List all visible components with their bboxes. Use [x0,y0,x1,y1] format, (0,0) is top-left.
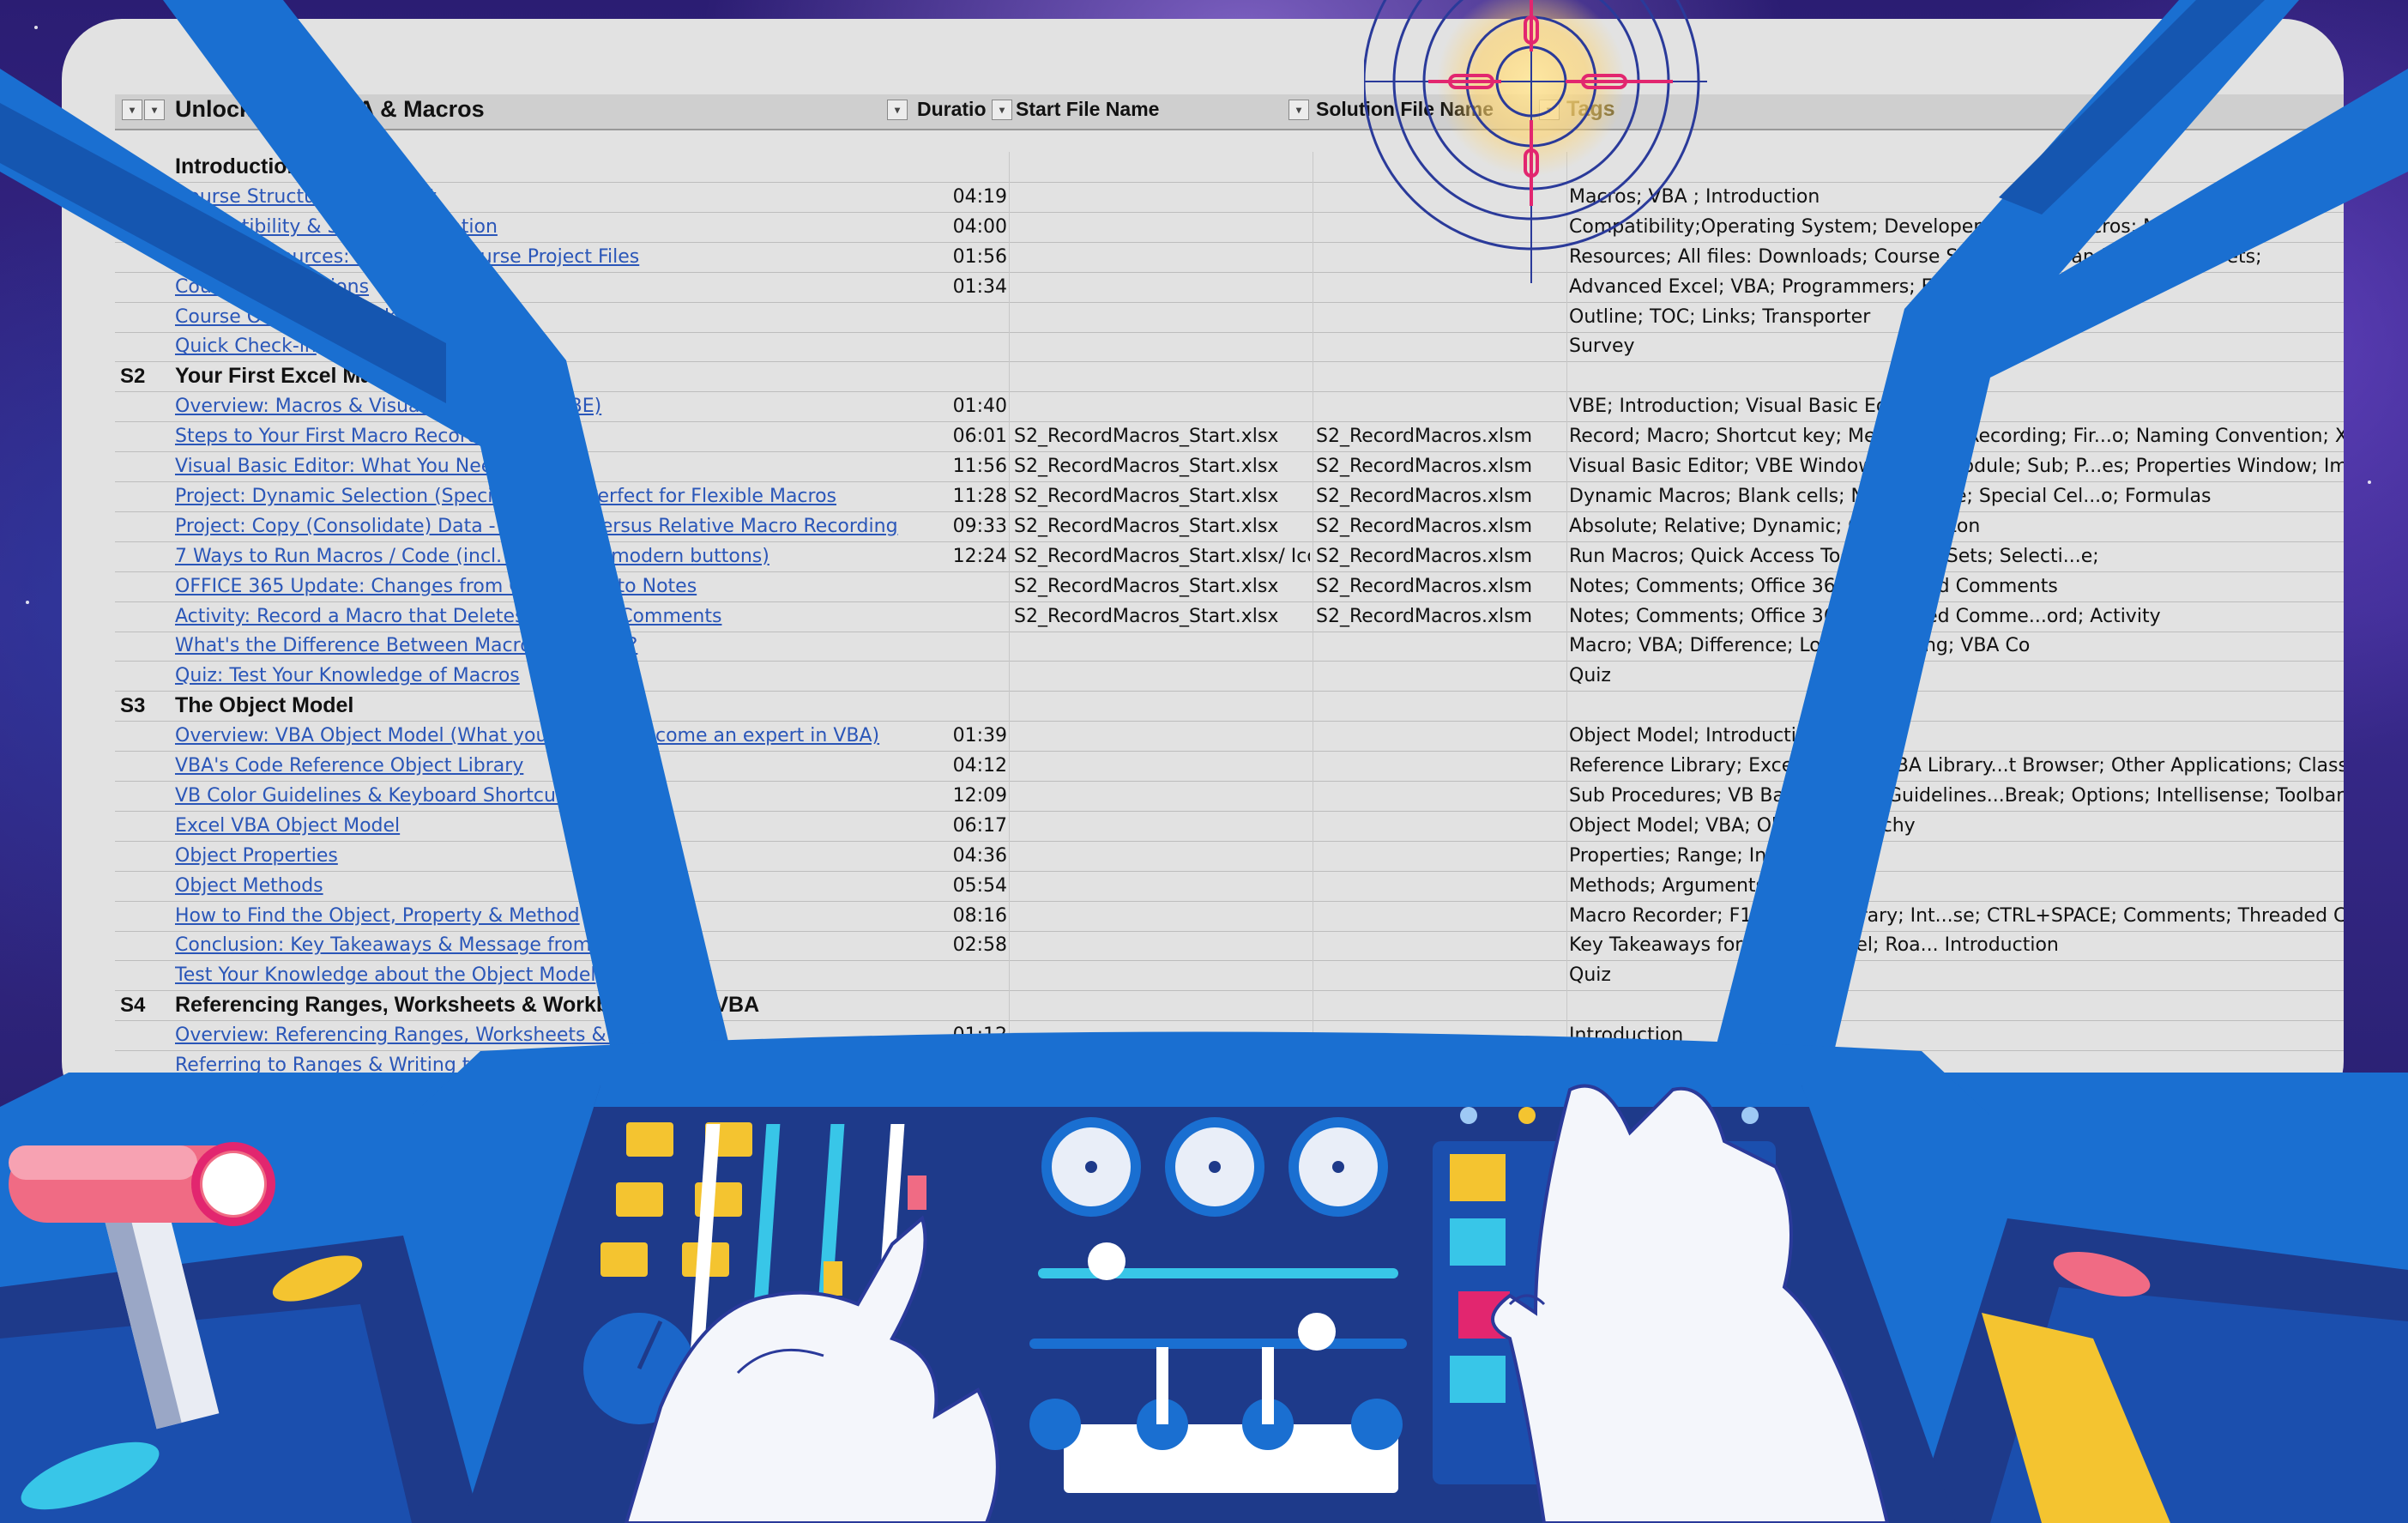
cockpit-console [0,0,2408,1523]
dial-group [1041,1117,1388,1217]
